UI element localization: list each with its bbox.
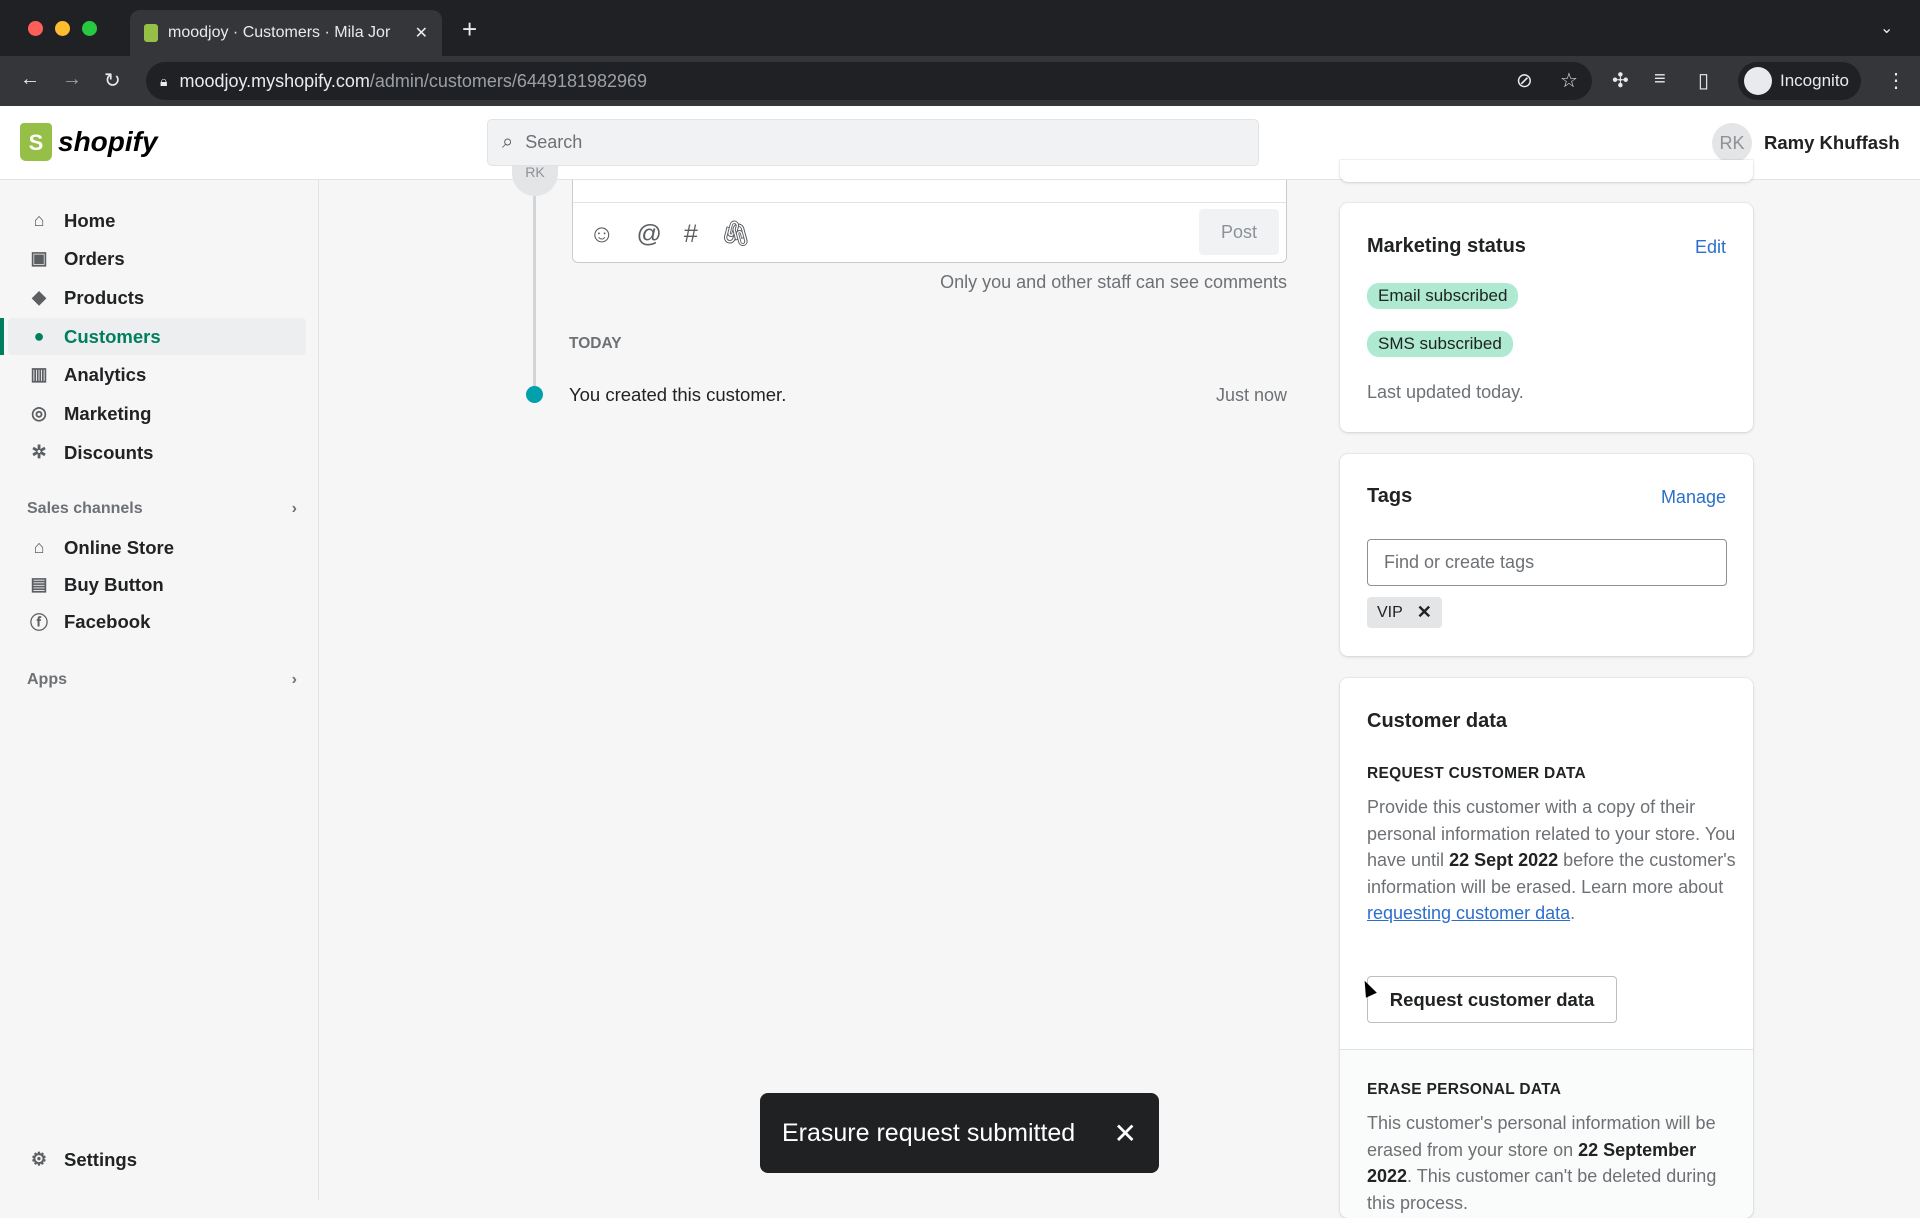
sidebar-item-settings[interactable]: ⚙ Settings (8, 1141, 306, 1178)
chevron-right-icon[interactable]: › (292, 671, 297, 689)
star-icon[interactable]: ☆ (1560, 68, 1578, 93)
orders-icon: ▣ (30, 248, 48, 268)
sidebar-item-home[interactable]: ⌂ Home (8, 202, 306, 239)
previous-card-bottom (1340, 160, 1753, 182)
incognito-badge[interactable]: Incognito (1738, 62, 1861, 100)
buy-button-icon: ▤ (30, 574, 48, 594)
browser-tab-bar: moodjoy · Customers · Mila Jor ✕ + ⌄ (0, 0, 1920, 56)
erase-data-description: This customer's personal information wil… (1367, 1113, 1717, 1213)
last-updated-text: Last updated today. (1367, 382, 1524, 402)
maximize-window-button[interactable] (82, 21, 97, 36)
sidebar-item-discounts[interactable]: ✲ Discounts (8, 434, 306, 471)
close-tab-icon[interactable]: ✕ (415, 23, 428, 43)
lock-icon: 🔒︎ (160, 72, 168, 89)
erase-data-heading: ERASE PERSONAL DATA (1367, 1081, 1562, 1098)
chevron-right-icon[interactable]: › (292, 500, 297, 518)
user-menu[interactable]: RK Ramy Khuffash (1712, 123, 1900, 163)
sidebar: ⌂ Home ▣ Orders ◆ Products ● Customers ▥ Anal… (0, 180, 319, 1200)
minimize-window-button[interactable] (55, 21, 70, 36)
facebook-icon: ⓕ (30, 612, 48, 633)
side-panel-icon[interactable]: ▯ (1698, 68, 1709, 93)
sales-channels-header[interactable]: Sales channels › (27, 500, 297, 518)
timeline-line (533, 180, 536, 390)
shopify-bag-icon: S (20, 123, 52, 161)
toast: Erasure request submitted ✕ (760, 1093, 1159, 1173)
sidebar-item-orders[interactable]: ▣ Orders (8, 240, 306, 277)
sidebar-item-facebook[interactable]: ⓕ Facebook (8, 603, 306, 640)
tab-title: moodjoy · Customers · Mila Jor (168, 24, 391, 41)
shopify-logo[interactable]: S shopify (20, 123, 158, 161)
close-toast-icon[interactable]: ✕ (1114, 1117, 1137, 1150)
card-title: Customer data (1367, 710, 1508, 732)
eye-off-icon[interactable]: ⊘ (1516, 68, 1533, 93)
marketing-status-card: Marketing status Edit Email subscribed S… (1340, 203, 1753, 432)
bar-chart-icon: ▥ (30, 364, 48, 384)
request-data-heading: REQUEST CUSTOMER DATA (1367, 765, 1587, 782)
home-icon: ⌂ (33, 210, 45, 230)
card-title: Tags (1367, 485, 1413, 507)
tags-input[interactable]: Find or create tags (1367, 539, 1727, 586)
new-tab-icon[interactable]: + (462, 14, 477, 45)
tags-card: Tags Manage Find or create tags VIP ✕ (1340, 454, 1753, 656)
browser-tab[interactable]: moodjoy · Customers · Mila Jor ✕ (130, 10, 442, 56)
comment-note: Only you and other staff can see comment… (940, 272, 1287, 292)
emoji-icon[interactable]: ☺ (589, 220, 615, 249)
discount-icon: ✲ (31, 442, 47, 462)
address-bar: ← → ↻ 🔒︎ moodjoy.myshopify.com/admin/cus… (0, 56, 1920, 106)
url-path: /admin/customers/6449181982969 (369, 70, 648, 91)
search-icon: ⌕ (502, 131, 514, 153)
card-title: Marketing status (1367, 235, 1526, 257)
requesting-customer-data-link[interactable]: requesting customer data (1367, 903, 1570, 923)
sidebar-item-marketing[interactable]: ◎ Marketing (8, 395, 306, 432)
shopify-favicon-icon (144, 24, 158, 42)
hashtag-icon[interactable]: # (684, 220, 698, 249)
search-input[interactable]: ⌕ Search (487, 119, 1259, 166)
timeline-event: You created this customer. (569, 384, 787, 405)
tag-icon: ◆ (32, 287, 46, 307)
avatar: RK (512, 166, 558, 196)
tag-chip: VIP ✕ (1367, 597, 1442, 628)
profile-label: Incognito (1780, 71, 1849, 90)
sidebar-item-analytics[interactable]: ▥ Analytics (8, 356, 306, 393)
menu-kebab-icon[interactable]: ⋮ (1886, 68, 1906, 93)
forward-icon[interactable]: → (62, 68, 82, 91)
toast-message: Erasure request submitted (782, 1118, 1076, 1147)
close-window-button[interactable] (28, 21, 43, 36)
sidebar-item-products[interactable]: ◆ Products (8, 279, 306, 316)
sidebar-item-customers[interactable]: ● Customers (8, 318, 306, 355)
timeline-dot (526, 386, 543, 403)
manage-tags-link[interactable]: Manage (1661, 487, 1726, 508)
tab-list-chevron-icon[interactable]: ⌄ (1880, 18, 1893, 38)
email-status-badge: Email subscribed (1367, 283, 1519, 309)
url-field[interactable]: 🔒︎ moodjoy.myshopify.com/admin/customers… (146, 62, 1592, 100)
comment-box: ☺ @ # 🖇︎ Post (572, 180, 1287, 263)
mention-icon[interactable]: @ (637, 220, 662, 249)
attachment-icon[interactable]: 🖇︎ (720, 220, 752, 249)
back-icon[interactable]: ← (20, 68, 40, 91)
media-icon[interactable]: ≡ (1654, 68, 1666, 91)
url-host: moodjoy.myshopify.com (179, 70, 370, 91)
active-indicator (0, 318, 4, 355)
customer-data-card: Customer data REQUEST CUSTOMER DATA Prov… (1340, 678, 1753, 1218)
person-icon: ● (33, 326, 45, 346)
edit-marketing-link[interactable]: Edit (1695, 237, 1726, 258)
post-button[interactable]: Post (1199, 209, 1279, 255)
sidebar-item-online-store[interactable]: ⌂ Online Store (8, 529, 306, 566)
apps-header[interactable]: Apps › (27, 671, 297, 689)
reload-icon[interactable]: ↻ (104, 68, 121, 93)
incognito-icon (1744, 67, 1772, 95)
day-label: TODAY (569, 335, 622, 352)
sms-status-badge: SMS subscribed (1367, 331, 1513, 357)
avatar: RK (1712, 123, 1752, 163)
target-icon: ◎ (31, 403, 47, 423)
timeline-event-time: Just now (1215, 385, 1287, 405)
store-icon: ⌂ (33, 537, 45, 557)
gear-icon: ⚙ (30, 1149, 48, 1169)
sidebar-item-buy-button[interactable]: ▤ Buy Button (8, 566, 306, 603)
request-customer-data-button[interactable]: Request customer data (1367, 976, 1617, 1023)
remove-tag-icon[interactable]: ✕ (1417, 602, 1432, 623)
request-data-description: Provide this customer with a copy of the… (1367, 797, 1736, 923)
extensions-icon[interactable]: ✣ (1612, 68, 1629, 93)
